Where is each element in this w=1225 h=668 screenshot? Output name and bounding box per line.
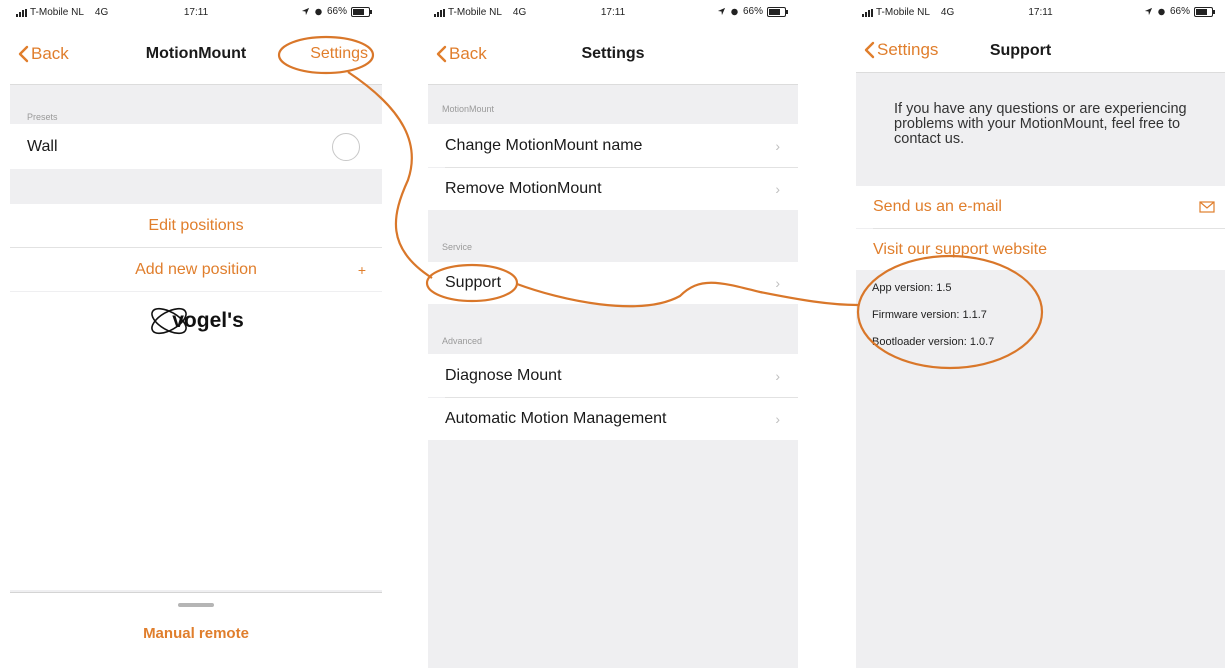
alarm-icon <box>315 8 322 16</box>
motionmount-section-label: MotionMount <box>442 104 495 114</box>
battery-percent: 66% <box>742 6 763 17</box>
status-bar: T-Mobile NL 4G 17:11 66% <box>856 0 1225 26</box>
support-screen: T-Mobile NL 4G 17:11 66% Settings Suppor… <box>856 0 1225 668</box>
presets-section-label: Presets <box>27 112 58 122</box>
drag-handle[interactable] <box>178 603 214 607</box>
battery-icon <box>767 6 788 17</box>
chevron-right-icon: › <box>775 181 780 197</box>
support-intro-text: If you have any questions or are experie… <box>894 101 1187 147</box>
chevron-right-icon: › <box>775 367 780 384</box>
remove-motionmount-row[interactable]: Remove MotionMount › <box>428 168 798 210</box>
location-arrow-icon <box>717 7 726 16</box>
envelope-icon <box>1199 201 1215 213</box>
motionmount-screen: T-Mobile NL 4G 17:11 66% Back MotionMoun… <box>10 0 382 668</box>
status-bar: T-Mobile NL 4G 17:11 66% <box>10 0 382 26</box>
app-version: App version: 1.5 <box>872 282 952 294</box>
location-arrow-icon <box>1144 7 1153 16</box>
status-bar: T-Mobile NL 4G 17:11 66% <box>428 0 798 26</box>
plus-icon: + <box>357 261 366 278</box>
logo-text: vogel's <box>172 309 244 332</box>
service-section-label: Service <box>442 242 473 252</box>
manual-remote-label: Manual remote <box>143 625 249 642</box>
edit-positions-button[interactable]: Edit positions <box>10 204 382 247</box>
navigation-bar: Back Settings <box>428 26 798 85</box>
send-email-row[interactable]: Send us an e-mail <box>856 186 1225 228</box>
change-name-row[interactable]: Change MotionMount name › <box>428 124 798 167</box>
page-title: Support <box>989 42 1052 59</box>
settings-screen: T-Mobile NL 4G 17:11 66% Back Settings M… <box>428 0 798 668</box>
navigation-bar: Back MotionMount Settings <box>10 26 382 85</box>
battery-icon <box>351 6 372 17</box>
chevron-right-icon: › <box>775 275 780 291</box>
location-arrow-icon <box>301 7 310 16</box>
settings-button[interactable]: Settings <box>310 45 368 63</box>
battery-icon <box>1194 6 1215 17</box>
alarm-icon <box>731 8 738 16</box>
automatic-motion-management-row[interactable]: Automatic Motion Management › <box>428 398 798 440</box>
bootloader-version: Bootloader version: 1.0.7 <box>872 336 995 348</box>
support-row[interactable]: Support › <box>428 262 798 304</box>
diagnose-mount-row[interactable]: Diagnose Mount › <box>428 354 798 397</box>
vogels-logo: vogel's <box>10 302 382 340</box>
preset-label: Wall <box>27 137 58 155</box>
chevron-right-icon: › <box>775 411 780 427</box>
page-title: Settings <box>581 45 645 62</box>
support-website-row[interactable]: Visit our support website <box>856 229 1225 270</box>
battery-percent: 66% <box>326 6 347 17</box>
alarm-icon <box>1158 8 1165 16</box>
preset-radio[interactable] <box>332 132 360 161</box>
firmware-version: Firmware version: 1.1.7 <box>872 309 987 321</box>
battery-percent: 66% <box>1169 6 1190 17</box>
manual-remote-panel[interactable]: Manual remote <box>10 592 382 668</box>
add-new-position-button[interactable]: Add new position + <box>10 248 382 291</box>
chevron-right-icon: › <box>775 137 780 154</box>
preset-row-wall[interactable]: Wall <box>10 124 382 169</box>
navigation-bar: Settings Support <box>856 26 1225 73</box>
advanced-section-label: Advanced <box>442 336 483 346</box>
